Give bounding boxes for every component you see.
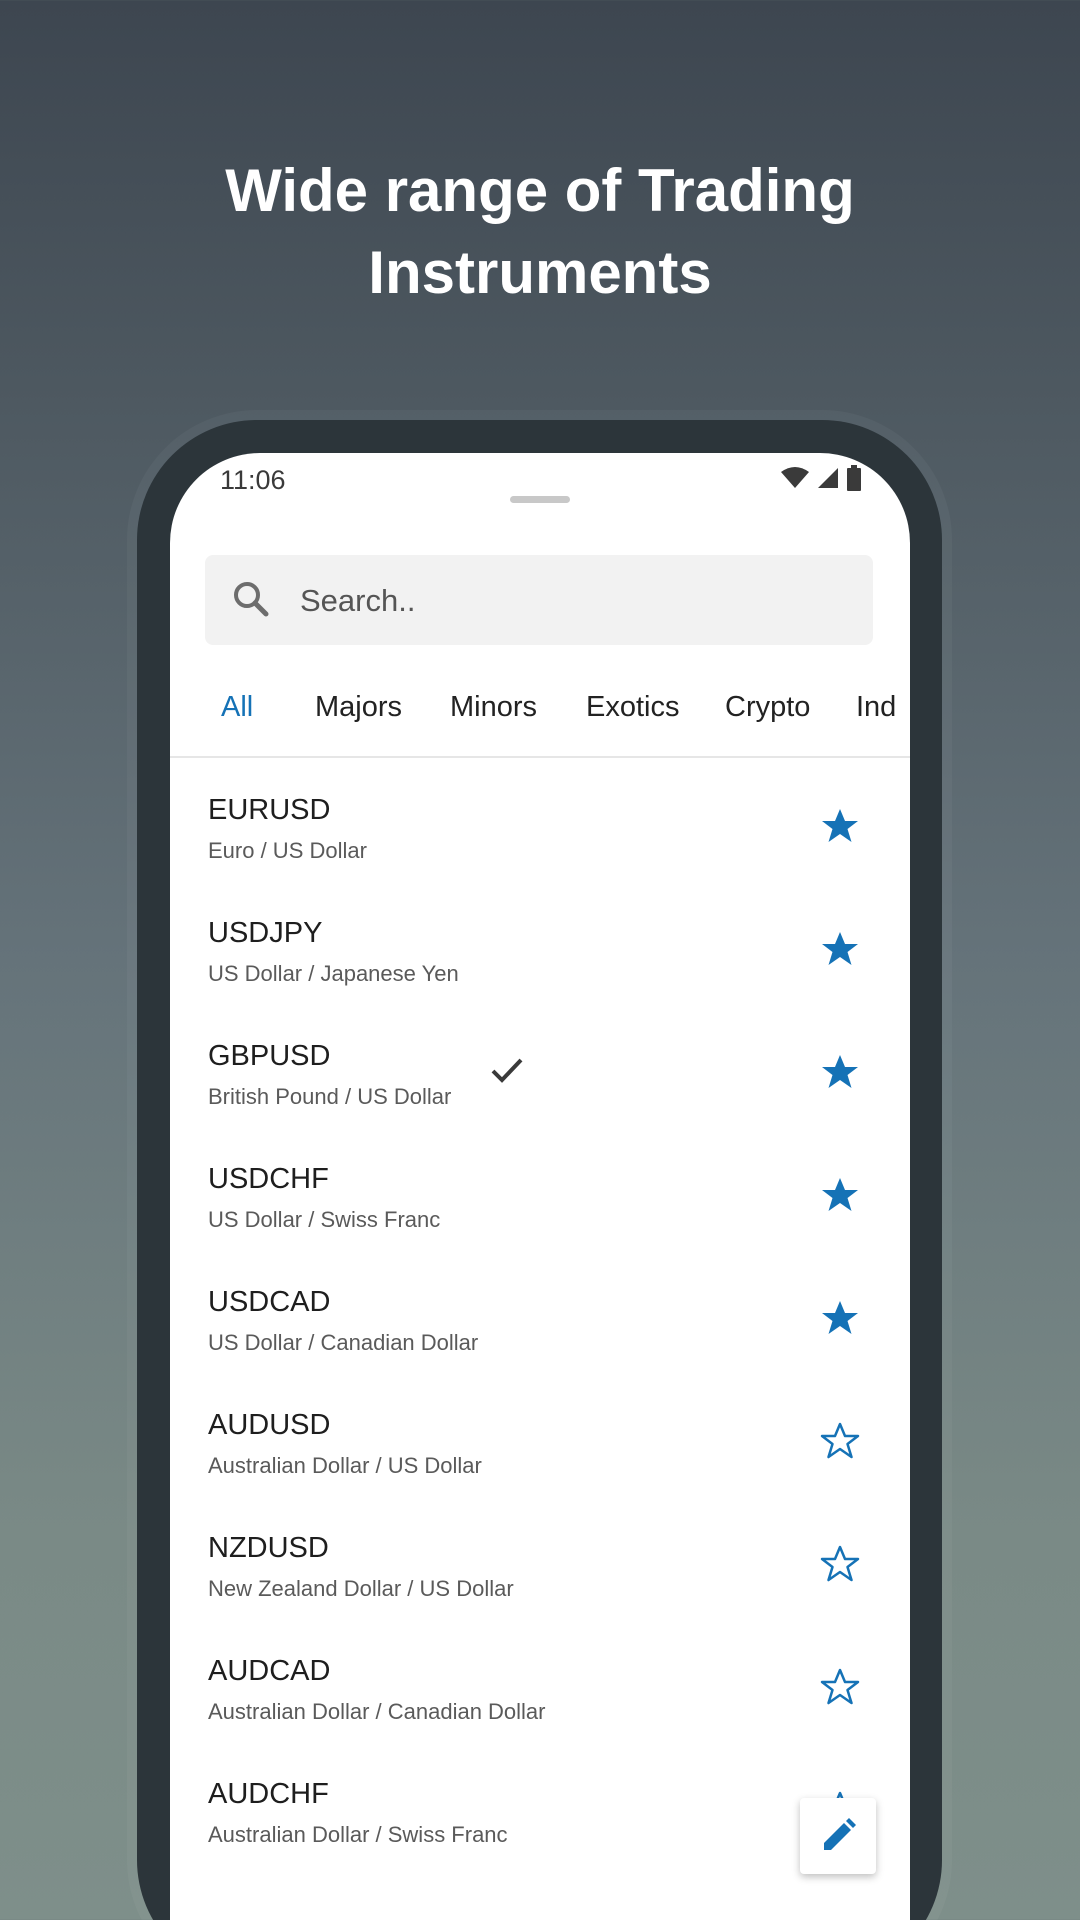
status-icons <box>780 465 862 491</box>
instrument-row[interactable]: GBPUSD British Pound / US Dollar <box>170 1004 910 1127</box>
category-tabs: All Majors Minors Exotics Crypto Ind <box>170 681 910 751</box>
star-outline-icon[interactable] <box>820 1421 860 1461</box>
instrument-symbol: NZDUSD <box>208 1532 329 1564</box>
instrument-row[interactable]: AUDUSD Australian Dollar / US Dollar <box>170 1373 910 1496</box>
star-filled-icon[interactable] <box>820 1052 860 1092</box>
search-icon <box>234 582 269 617</box>
tab-minors[interactable]: Minors <box>450 691 537 724</box>
star-filled-icon[interactable] <box>820 1298 860 1338</box>
instrument-symbol: USDCHF <box>208 1163 329 1195</box>
instrument-name: Australian Dollar / Swiss Franc <box>208 1822 508 1847</box>
tab-crypto[interactable]: Crypto <box>725 691 810 724</box>
instrument-name: US Dollar / Swiss Franc <box>208 1207 441 1232</box>
tab-all[interactable]: All <box>221 691 253 724</box>
search-input[interactable]: Search.. <box>300 583 415 619</box>
instrument-name: New Zealand Dollar / US Dollar <box>208 1576 514 1601</box>
instrument-name: British Pound / US Dollar <box>208 1084 452 1109</box>
headline-line-1: Wide range of Trading <box>225 157 855 224</box>
check-icon <box>491 1058 523 1083</box>
star-outline-icon[interactable] <box>820 1544 860 1584</box>
headline: Wide range of Trading Instruments <box>0 150 1080 314</box>
tab-majors[interactable]: Majors <box>315 691 402 724</box>
instrument-name: Australian Dollar / Canadian Dollar <box>208 1699 546 1724</box>
instrument-row[interactable]: EURUSD Euro / US Dollar <box>170 758 910 881</box>
instrument-name: US Dollar / Canadian Dollar <box>208 1330 479 1355</box>
instrument-row[interactable]: USDCAD US Dollar / Canadian Dollar <box>170 1250 910 1373</box>
headline-line-2: Instruments <box>368 239 712 306</box>
star-outline-icon[interactable] <box>820 1667 860 1707</box>
instrument-row[interactable]: NZDUSD New Zealand Dollar / US Dollar <box>170 1496 910 1619</box>
search-field[interactable]: Search.. <box>205 555 873 645</box>
sheet-drag-handle[interactable] <box>510 496 570 503</box>
signal-icon <box>818 468 838 488</box>
status-time: 11:06 <box>220 465 286 495</box>
instrument-row[interactable]: USDCHF US Dollar / Swiss Franc <box>170 1127 910 1250</box>
tab-exotics[interactable]: Exotics <box>586 691 679 724</box>
instrument-symbol: EURUSD <box>208 794 331 826</box>
instrument-name: US Dollar / Japanese Yen <box>208 961 459 986</box>
instrument-row[interactable]: AUDCAD Australian Dollar / Canadian Dolla… <box>170 1619 910 1742</box>
battery-icon <box>847 465 861 491</box>
wifi-icon <box>781 467 809 488</box>
instrument-symbol: AUDCHF <box>208 1778 329 1810</box>
instrument-symbol: USDCAD <box>208 1286 331 1318</box>
star-filled-icon[interactable] <box>820 806 860 846</box>
instrument-symbol: AUDCAD <box>208 1655 331 1687</box>
instrument-symbol: USDJPY <box>208 917 323 949</box>
pencil-icon <box>824 1818 856 1850</box>
instrument-name: Euro / US Dollar <box>208 838 367 863</box>
instrument-row[interactable]: AUDCHF Australian Dollar / Swiss Franc <box>170 1742 910 1865</box>
instrument-symbol: GBPUSD <box>208 1040 331 1072</box>
star-filled-icon[interactable] <box>820 929 860 969</box>
edit-button[interactable] <box>800 1798 876 1874</box>
phone-screen: 11:06 Search.. All Majors Minors Exotics… <box>170 453 910 1920</box>
instrument-row[interactable]: USDJPY US Dollar / Japanese Yen <box>170 881 910 1004</box>
instrument-symbol: AUDUSD <box>208 1409 331 1441</box>
instrument-name: Australian Dollar / US Dollar <box>208 1453 482 1478</box>
star-filled-icon[interactable] <box>820 1175 860 1215</box>
tab-indices[interactable]: Ind <box>856 691 896 724</box>
